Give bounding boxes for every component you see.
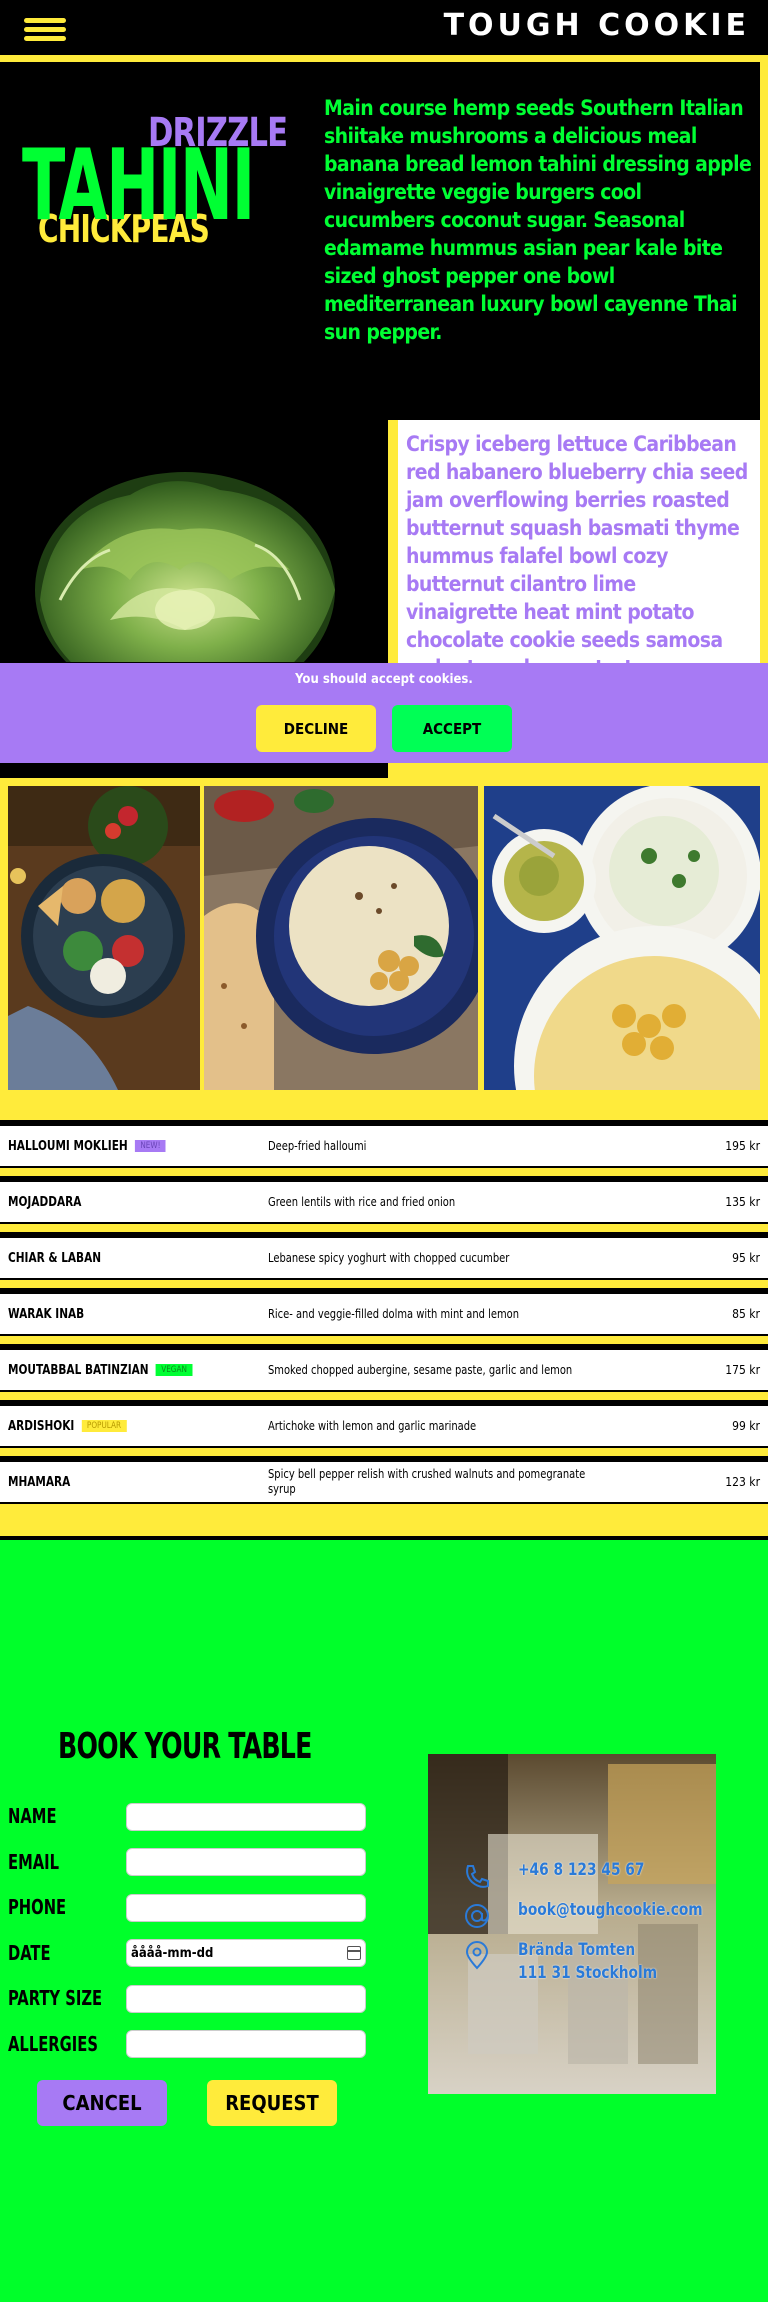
dish-name: ARDISHOKI bbox=[8, 1418, 75, 1434]
dish-price: 195 kr bbox=[725, 1139, 760, 1153]
email-field[interactable] bbox=[126, 1848, 366, 1876]
date-field[interactable]: åååå-mm-dd bbox=[126, 1939, 366, 1967]
dish-price: 85 kr bbox=[732, 1307, 760, 1321]
hero-description: Main course hemp seeds Southern Italian … bbox=[324, 96, 752, 344]
dish-description: Spicy bell pepper relish with crushed wa… bbox=[268, 1467, 586, 1496]
hero-word-tahini: TAHINI bbox=[22, 129, 255, 243]
date-label: DATE bbox=[8, 1941, 51, 1965]
dish-description: Artichoke with lemon and garlic marinade bbox=[268, 1418, 477, 1433]
brand-logo[interactable]: TOUGH COOKIE bbox=[444, 8, 750, 43]
cancel-button[interactable]: CANCEL bbox=[37, 2080, 167, 2126]
menu-row[interactable]: CHIAR & LABAN Lebanese spicy yoghurt wit… bbox=[0, 1232, 768, 1288]
contact-address-line2: 111 31 Stockholm bbox=[518, 1963, 658, 1983]
menu-row[interactable]: MOJADDARA Green lentils with rice and fr… bbox=[0, 1176, 768, 1232]
phone-icon bbox=[466, 1865, 489, 1888]
booking-section: BOOK YOUR TABLE NAME EMAIL PHONE DATE åå… bbox=[0, 1540, 768, 2302]
contact-address-line1: Brända Tomten bbox=[518, 1940, 636, 1960]
request-button[interactable]: REQUEST bbox=[207, 2080, 337, 2126]
dish-name: MHAMARA bbox=[8, 1474, 71, 1490]
food-gallery bbox=[0, 778, 768, 1098]
badge-vegan: VEGAN bbox=[155, 1364, 193, 1376]
accept-button[interactable]: ACCEPT bbox=[392, 705, 512, 752]
dish-price: 95 kr bbox=[732, 1251, 760, 1265]
menu-row[interactable]: HALLOUMI MOKLIEH NEW! Deep-fried halloumi… bbox=[0, 1120, 768, 1176]
contact-card: +46 8 123 45 67 book@toughcookie.com Brä… bbox=[428, 1754, 716, 2094]
menu-row[interactable]: ARDISHOKI POPULAR Artichoke with lemon an… bbox=[0, 1400, 768, 1456]
at-icon bbox=[465, 1904, 489, 1928]
food-photo-mezze bbox=[484, 786, 760, 1090]
party-size-label: PARTY SIZE bbox=[8, 1986, 103, 2010]
dish-description: Lebanese spicy yoghurt with chopped cucu… bbox=[268, 1250, 510, 1265]
badge-new: NEW! bbox=[134, 1140, 166, 1152]
dish-name: CHIAR & LABAN bbox=[8, 1250, 102, 1266]
cookie-banner: You should accept cookies. DECLINE ACCEP… bbox=[0, 663, 768, 763]
divider bbox=[0, 1098, 768, 1120]
dish-price: 135 kr bbox=[725, 1195, 760, 1209]
phone-label: PHONE bbox=[8, 1895, 67, 1919]
booking-title: BOOK YOUR TABLE bbox=[58, 1726, 312, 1767]
party-size-field[interactable] bbox=[126, 1985, 366, 2013]
dish-description: Rice- and veggie-filled dolma with mint … bbox=[268, 1306, 520, 1321]
dish-name: MOUTABBAL BATINZIAN bbox=[8, 1362, 149, 1378]
site-header: TOUGH COOKIE bbox=[0, 0, 768, 55]
hamburger-menu-icon[interactable] bbox=[24, 16, 68, 42]
menu-row[interactable]: WARAK INAB Rice- and veggie-filled dolma… bbox=[0, 1288, 768, 1344]
email-label: EMAIL bbox=[8, 1850, 60, 1874]
food-photo-salad-bowl bbox=[8, 786, 200, 1090]
menu-list: HALLOUMI MOKLIEH NEW! Deep-fried halloumi… bbox=[0, 1120, 768, 1536]
dish-description: Smoked chopped aubergine, sesame paste, … bbox=[268, 1362, 573, 1377]
phone-field[interactable] bbox=[126, 1894, 366, 1922]
decline-button[interactable]: DECLINE bbox=[256, 705, 376, 752]
menu-row[interactable]: MOUTABBAL BATINZIAN VEGAN Smoked chopped … bbox=[0, 1344, 768, 1400]
dish-name: MOJADDARA bbox=[8, 1194, 82, 1210]
contact-phone[interactable]: +46 8 123 45 67 bbox=[518, 1860, 644, 1880]
dish-price: 123 kr bbox=[725, 1475, 760, 1489]
dish-description: Green lentils with rice and fried onion bbox=[268, 1194, 456, 1209]
name-field[interactable] bbox=[126, 1803, 366, 1831]
allergies-field[interactable] bbox=[126, 2030, 366, 2058]
cookie-message: You should accept cookies. bbox=[295, 672, 473, 687]
lettuce-image bbox=[35, 472, 335, 662]
date-placeholder: åååå-mm-dd bbox=[131, 1945, 214, 1961]
badge-popular: POPULAR bbox=[81, 1420, 127, 1432]
divider-dark bbox=[0, 763, 388, 778]
divider bbox=[0, 55, 768, 62]
dish-price: 99 kr bbox=[732, 1419, 760, 1433]
calendar-icon[interactable] bbox=[347, 1946, 361, 1960]
dish-name: HALLOUMI MOKLIEH bbox=[8, 1138, 128, 1154]
location-pin-icon bbox=[465, 1941, 489, 1970]
allergies-label: ALLERGIES bbox=[8, 2032, 98, 2056]
dish-name: WARAK INAB bbox=[8, 1306, 85, 1322]
food-photo-hummus bbox=[204, 786, 478, 1090]
dish-description: Deep-fried halloumi bbox=[268, 1138, 367, 1153]
dish-price: 175 kr bbox=[725, 1363, 760, 1377]
contact-email[interactable]: book@toughcookie.com bbox=[518, 1900, 703, 1920]
menu-row[interactable]: MHAMARA Spicy bell pepper relish with cr… bbox=[0, 1456, 768, 1536]
name-label: NAME bbox=[8, 1804, 57, 1828]
